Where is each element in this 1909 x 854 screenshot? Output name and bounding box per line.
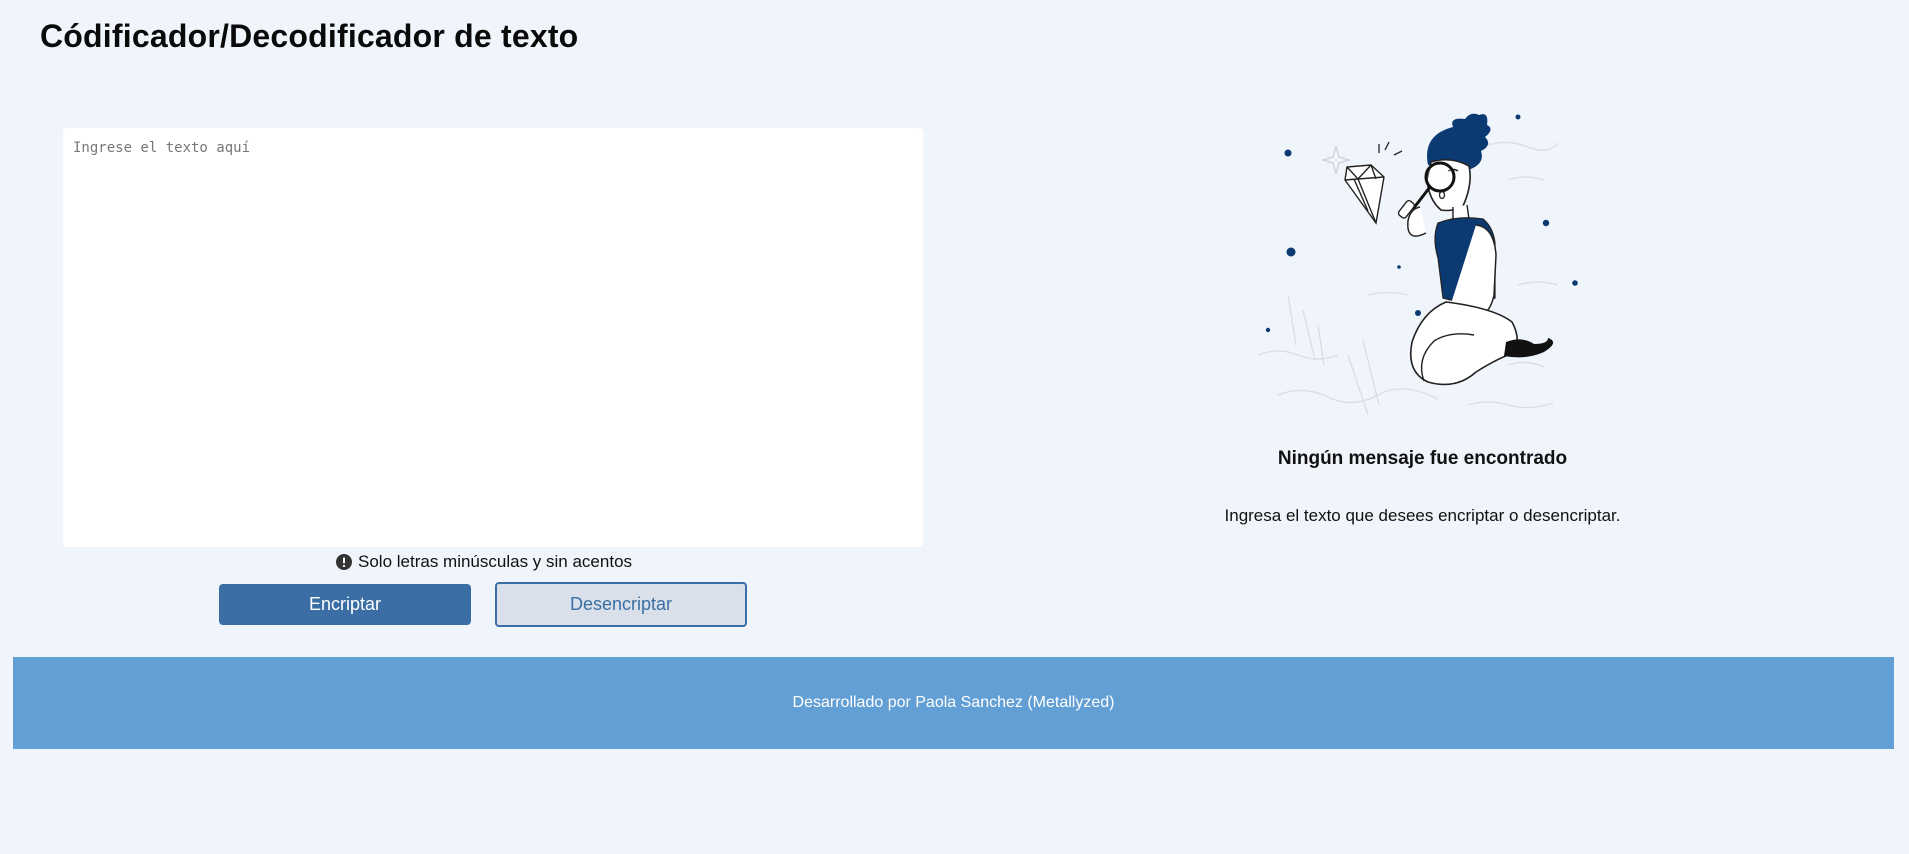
footer: Desarrollado por Paola Sanchez (Metallyz…	[13, 657, 1894, 749]
hint-text: Solo letras minúsculas y sin acentos	[358, 552, 633, 571]
empty-state-title: Ningún mensaje fue encontrado	[1277, 448, 1568, 469]
encrypt-button[interactable]: Encriptar	[219, 584, 471, 625]
person-with-magnifier-illustration	[1257, 113, 1578, 415]
footer-credit: Desarrollado por Paola Sanchez (Metallyz…	[792, 694, 1115, 711]
text-input[interactable]	[63, 128, 923, 547]
decrypt-button[interactable]: Desencriptar	[495, 582, 747, 627]
page: Códificador/Decodificador de texto Solo …	[0, 0, 1909, 854]
empty-state-subtitle: Ingresa el texto que desees encriptar o …	[1224, 506, 1621, 525]
input-hint: Solo letras minúsculas y sin acentos	[336, 552, 632, 572]
exclamation-circle-icon	[336, 554, 352, 570]
page-title: Códificador/Decodificador de texto	[40, 18, 579, 54]
